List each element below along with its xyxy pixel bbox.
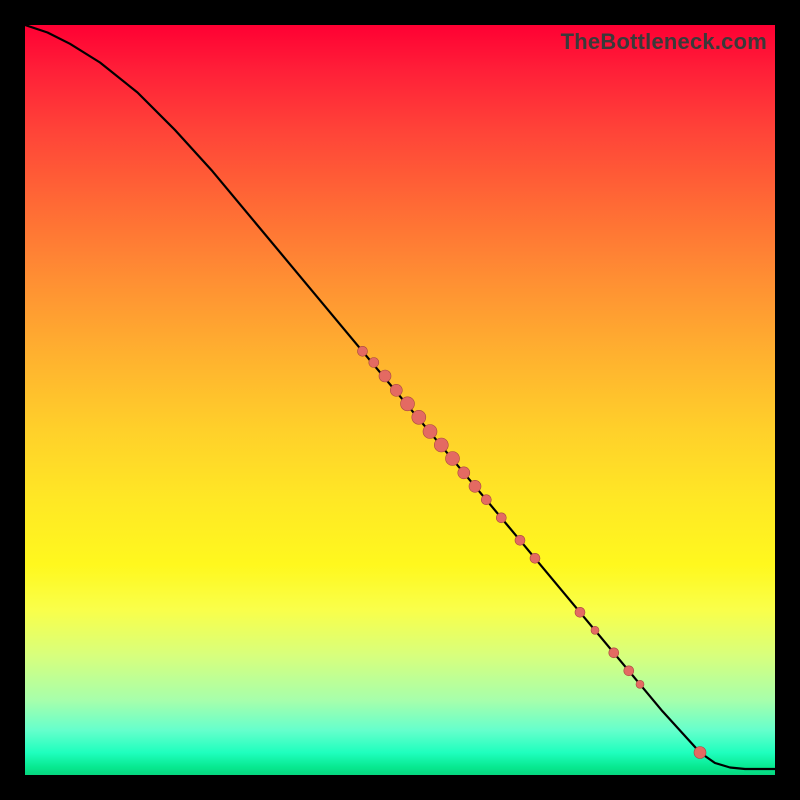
line-series <box>25 25 775 769</box>
data-point <box>694 747 706 759</box>
data-point <box>469 480 481 492</box>
data-point <box>369 358 379 368</box>
data-point <box>401 397 415 411</box>
data-point <box>390 384 402 396</box>
data-point <box>530 553 540 563</box>
data-point <box>609 648 619 658</box>
data-point <box>379 370 391 382</box>
data-point <box>636 680 644 688</box>
chart-overlay <box>25 25 775 775</box>
chart-stage: TheBottleneck.com <box>0 0 800 800</box>
plot-area: TheBottleneck.com <box>25 25 775 775</box>
data-point <box>434 438 448 452</box>
data-point <box>624 666 634 676</box>
data-point <box>458 467 470 479</box>
data-point <box>358 346 368 356</box>
scatter-series <box>358 346 707 758</box>
data-point <box>446 452 460 466</box>
data-point <box>515 535 525 545</box>
data-point <box>591 626 599 634</box>
data-point <box>423 425 437 439</box>
data-point <box>575 607 585 617</box>
data-point <box>496 513 506 523</box>
data-point <box>412 410 426 424</box>
data-point <box>481 495 491 505</box>
